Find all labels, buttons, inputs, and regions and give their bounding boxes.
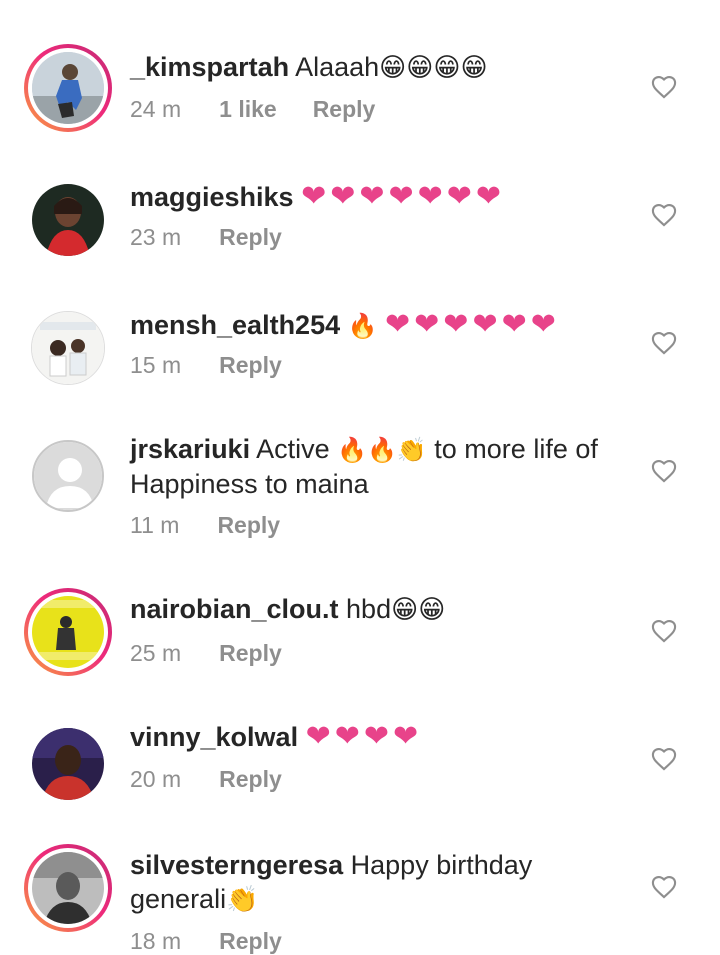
avatar (32, 184, 104, 256)
comment-text-line2: Happiness to maina (130, 469, 369, 499)
comment-emoji: ❤❤❤❤ (305, 719, 423, 754)
comment-time: 25 m (130, 640, 182, 666)
comment-emoji: 👏 (226, 885, 259, 915)
comment-meta: 11 m Reply (130, 512, 316, 539)
comment-username[interactable]: maggieshiks (130, 182, 294, 212)
comment-text-line2: generali (130, 884, 227, 914)
comment-time: 11 m (130, 512, 180, 538)
comment-username[interactable]: vinny_kolwal (130, 722, 298, 752)
comment-meta: 15 m Reply (130, 352, 318, 379)
heart-outline-icon[interactable] (650, 329, 678, 355)
comment-meta: 23 m Reply (130, 224, 318, 251)
avatar-story-ring[interactable] (24, 588, 112, 676)
avatar-wrap[interactable] (24, 432, 112, 520)
comment-meta: 20 m Reply (130, 766, 318, 793)
comment-meta: 24 m 1 like Reply (130, 96, 411, 123)
comment-time: 24 m (130, 96, 182, 122)
heart-outline-icon[interactable] (650, 873, 678, 899)
comment-emoji: ❤❤❤❤❤❤❤ (301, 179, 506, 214)
heart-outline-icon[interactable] (650, 457, 678, 483)
heart-outline-icon[interactable] (650, 73, 678, 99)
comment-meta: 18 m Reply (130, 928, 318, 955)
heart-outline-icon[interactable] (650, 745, 678, 771)
reply-button[interactable]: Reply (217, 512, 280, 538)
comment-time: 23 m (130, 224, 182, 250)
avatar (32, 596, 104, 668)
comment-emoji: 🔥🔥👏 (337, 436, 427, 464)
reply-button[interactable]: Reply (219, 928, 282, 954)
comment-text: Alaaah (289, 52, 380, 82)
comment-username[interactable]: mensh_ealth254 (130, 310, 340, 340)
reply-button[interactable]: Reply (219, 224, 282, 250)
comment-likes[interactable]: 1 like (219, 96, 277, 122)
avatar-wrap[interactable] (24, 304, 112, 392)
heart-outline-icon[interactable] (650, 201, 678, 227)
avatar (31, 311, 105, 385)
avatar (32, 852, 104, 924)
avatar-wrap[interactable] (24, 720, 112, 808)
avatar-story-ring[interactable] (24, 44, 112, 132)
avatar (32, 52, 104, 124)
reply-button[interactable]: Reply (219, 640, 282, 666)
comment-text: hbd (338, 594, 392, 624)
comment-emoji: 😁😁 (391, 595, 446, 625)
reply-button[interactable]: Reply (219, 352, 282, 378)
comment-username[interactable]: nairobian_clou.t (130, 594, 339, 624)
avatar (32, 728, 104, 800)
default-avatar-icon (32, 440, 104, 512)
comment-username[interactable]: silvesterngeresa (130, 850, 343, 880)
comment-time: 15 m (130, 352, 182, 378)
comment-emoji: 😁😁😁😁 (379, 53, 488, 83)
comment-username[interactable]: _kimspartah (130, 52, 289, 82)
comment-emoji: ❤❤❤❤❤❤ (385, 307, 560, 342)
reply-button[interactable]: Reply (219, 766, 282, 792)
avatar-story-ring[interactable] (24, 844, 112, 932)
comment-meta: 25 m Reply (130, 640, 318, 667)
comment-time: 18 m (130, 928, 182, 954)
comment-text-continued: to more life of (426, 434, 598, 464)
reply-button[interactable]: Reply (313, 96, 376, 122)
comment-time: 20 m (130, 766, 182, 792)
fire-emoji: 🔥 (347, 312, 378, 340)
heart-outline-icon[interactable] (650, 617, 678, 643)
comment-text: Happy birthday (343, 850, 533, 880)
comment-text: Active (250, 434, 338, 464)
avatar-wrap[interactable] (24, 176, 112, 264)
comment-username[interactable]: jrskariuki (130, 434, 250, 464)
